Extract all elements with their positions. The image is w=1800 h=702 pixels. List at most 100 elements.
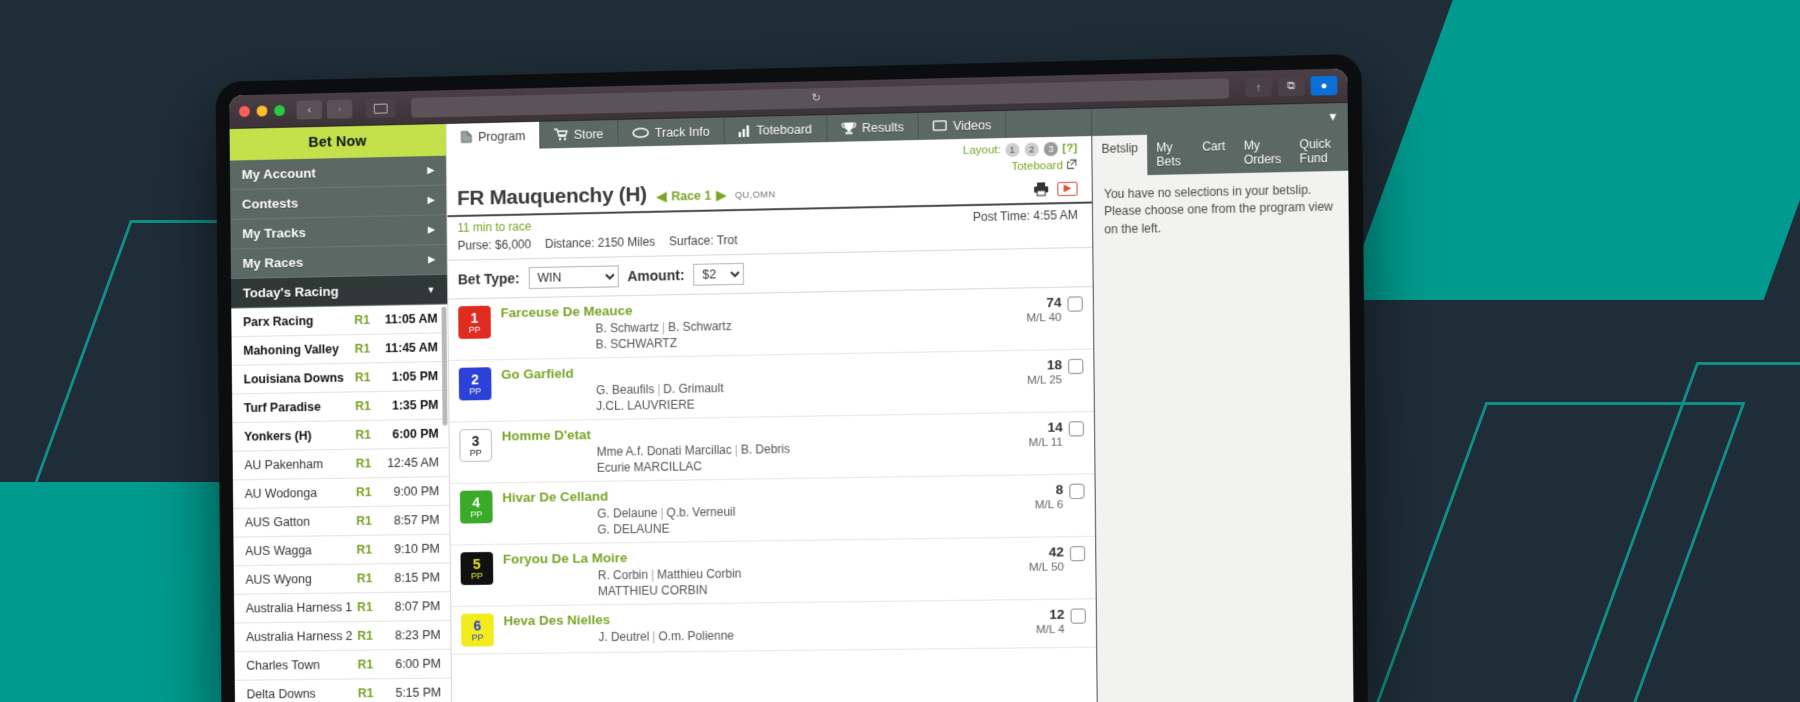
post-position-label: PP — [470, 570, 483, 581]
tab-program[interactable]: Program — [446, 121, 541, 151]
bet-now-button[interactable]: Bet Now — [229, 123, 446, 161]
post-position-label: PP — [469, 447, 482, 458]
tab-track-info[interactable]: Track Info — [618, 117, 725, 147]
track-list-item[interactable]: Charles Town R1 6:00 PM — [234, 649, 451, 681]
track-name: AUS Wagga — [245, 543, 312, 559]
tab-results[interactable]: Results — [826, 112, 920, 143]
next-race-button[interactable]: ▶ — [716, 187, 726, 202]
track-list-item[interactable]: Mahoning Valley R1 11:45 AM — [231, 333, 448, 366]
program-entry-row[interactable]: 1 PP Farceuse De Meauce B. Schwartz | B. Schw… — [448, 287, 1094, 362]
page-title: FR Mauquenchy (H) — [457, 183, 647, 211]
back-icon[interactable]: ‹ — [296, 100, 323, 120]
connections: J. Deutrel | O.m. Polienne — [598, 626, 992, 644]
horse-name[interactable]: Heva Des Nielles — [503, 608, 991, 628]
betslip-tab-my-bets[interactable]: My Bets — [1147, 134, 1193, 175]
betslip-tab-quick-fund[interactable]: Quick Fund — [1290, 130, 1348, 172]
layout-help-link[interactable]: [?] — [1062, 142, 1077, 154]
race-code: QU,OMN — [734, 189, 776, 202]
saddle-cloth: 2 PP — [458, 367, 492, 401]
tab-toteboard[interactable]: Toteboard — [724, 115, 828, 145]
reload-icon[interactable]: ↻ — [811, 91, 820, 104]
sidebar-item-label: Today's Racing — [242, 283, 339, 301]
track-list-item[interactable]: AUS Gatton R1 8:57 PM — [233, 505, 450, 538]
program-entry-row[interactable]: 2 PP Go Garfield G. Beaufils | D. Grimault J.C… — [448, 349, 1094, 423]
distance-label: Distance: 2150 Miles — [544, 234, 656, 251]
track-name: Yonkers (H) — [244, 428, 312, 444]
track-list-item[interactable]: Yonkers (H) R1 6:00 PM — [232, 419, 449, 452]
browser-window: ‹ › ↻ ↑ ⧉ ● Bet Now My Account ▶ Contests ▶… — [229, 68, 1354, 702]
amount-select[interactable]: $1$2$5$10$20 — [693, 262, 745, 286]
chevron-down-icon[interactable]: ▼ — [1327, 111, 1338, 123]
odds-column: 14 M/L 11 — [990, 419, 1069, 469]
share-icon[interactable]: ↑ — [1245, 77, 1272, 98]
chevron-down-icon: ▼ — [426, 284, 436, 295]
layout-option-3[interactable]: 3 — [1043, 141, 1059, 157]
track-list-item[interactable]: Louisiana Downs R1 1:05 PM — [231, 362, 449, 395]
betslip-tab-label: Cart — [1202, 139, 1226, 154]
close-window-button[interactable] — [239, 105, 250, 117]
chevron-right-icon: ▶ — [427, 224, 435, 235]
todays-racing-track-list[interactable]: Parx Racing R1 11:05 AM Mahoning Valley R1 11… — [231, 304, 452, 702]
layout-label: Layout: — [962, 144, 1001, 158]
track-list-item[interactable]: AU Wodonga R1 9:00 PM — [232, 477, 450, 509]
track-list-item[interactable]: Delta Downs R1 5:15 PM — [234, 678, 452, 702]
post-position-label: PP — [469, 385, 482, 396]
track-list-item[interactable]: Turf Paradise R1 1:35 PM — [232, 390, 449, 424]
driver-name: B. Debris — [740, 441, 791, 457]
tab-label: Store — [573, 126, 604, 142]
sidebar-toggle-icon[interactable] — [365, 98, 396, 118]
track-name: Charles Town — [246, 658, 321, 673]
window-controls[interactable] — [239, 104, 285, 117]
program-entry-row[interactable]: 4 PP Hivar De Celland G. Delaune | Q.b. Verne… — [450, 474, 1096, 546]
layout-option-1[interactable]: 1 — [1005, 142, 1020, 158]
race-navigator[interactable]: ◀ Race 1 ▶ — [657, 187, 726, 206]
sidebar-item-my-races[interactable]: My Races ▶ — [230, 244, 448, 280]
track-race-number: R1 — [357, 686, 374, 701]
track-list-item[interactable]: Australia Harness 2 R1 8:23 PM — [234, 620, 451, 653]
entry-select-checkbox[interactable] — [1070, 608, 1086, 624]
tab-videos[interactable]: Videos — [918, 110, 1007, 140]
betslip-empty-line-2: Please choose one from the program view … — [1104, 199, 1334, 237]
betslip-tab-label: Betslip — [1101, 141, 1139, 156]
chevron-right-icon: ▶ — [427, 164, 435, 175]
entry-select-checkbox[interactable] — [1069, 546, 1086, 562]
printer-icon[interactable] — [1033, 181, 1049, 196]
bet-type-select[interactable]: WINPLACESHOWEXACTATRIFECTA — [528, 265, 619, 290]
account-icon[interactable]: ● — [1310, 75, 1338, 96]
minimize-window-button[interactable] — [256, 105, 268, 117]
play-icon[interactable]: ▶ — [1057, 181, 1078, 196]
entry-select-checkbox[interactable] — [1068, 421, 1085, 437]
morning-line-odds: M/L 6 — [1034, 499, 1064, 512]
forward-icon[interactable]: › — [326, 99, 353, 119]
layout-option-2[interactable]: 2 — [1024, 142, 1039, 157]
sidebar-item-contests[interactable]: Contests ▶ — [230, 185, 447, 220]
current-odds: 18 — [1046, 357, 1063, 373]
track-list-item[interactable]: Parx Racing R1 11:05 AM — [231, 304, 448, 338]
odds-column: 8 M/L 6 — [991, 482, 1070, 531]
track-list-item[interactable]: Australia Harness 1 R1 8:07 PM — [233, 592, 451, 624]
program-entry-row[interactable]: 6 PP Heva Des Nielles J. Deutrel | O.m. Polie… — [451, 599, 1097, 655]
sidebar-item-today-s-racing[interactable]: Today's Racing ▼ — [230, 274, 448, 309]
entry-select-checkbox[interactable] — [1067, 296, 1083, 312]
connections-separator: | — [660, 505, 664, 520]
program-entry-row[interactable]: 5 PP Foryou De La Moire R. Corbin | Matthieu … — [450, 536, 1096, 608]
tab-store[interactable]: Store — [540, 119, 619, 149]
tabs-icon[interactable]: ⧉ — [1277, 76, 1305, 97]
program-entry-row[interactable]: 3 PP Homme D'etat Mme A.f. Donati Marcillac… — [449, 411, 1095, 485]
sidebar-item-my-tracks[interactable]: My Tracks ▶ — [230, 215, 447, 250]
track-list-item[interactable]: AUS Wagga R1 9:10 PM — [233, 534, 450, 567]
betslip-tab-cart[interactable]: Cart — [1193, 133, 1235, 174]
betslip-tab-my-orders[interactable]: My Orders — [1234, 132, 1290, 174]
track-list-item[interactable]: AUS Wyong R1 8:15 PM — [233, 563, 451, 595]
track-race-number: R1 — [355, 399, 371, 414]
maximize-window-button[interactable] — [274, 104, 285, 117]
current-odds: 42 — [1048, 544, 1064, 560]
prev-race-button[interactable]: ◀ — [657, 189, 667, 204]
entry-select-checkbox[interactable] — [1068, 358, 1084, 375]
morning-line-odds: M/L 11 — [1028, 436, 1063, 450]
betslip-tab-betslip[interactable]: Betslip — [1092, 134, 1148, 177]
cart-icon — [554, 128, 568, 141]
track-list-item[interactable]: AU Pakenham R1 12:45 AM — [232, 448, 449, 481]
sidebar-item-my-account[interactable]: My Account ▶ — [229, 155, 447, 191]
entry-select-checkbox[interactable] — [1069, 483, 1085, 499]
